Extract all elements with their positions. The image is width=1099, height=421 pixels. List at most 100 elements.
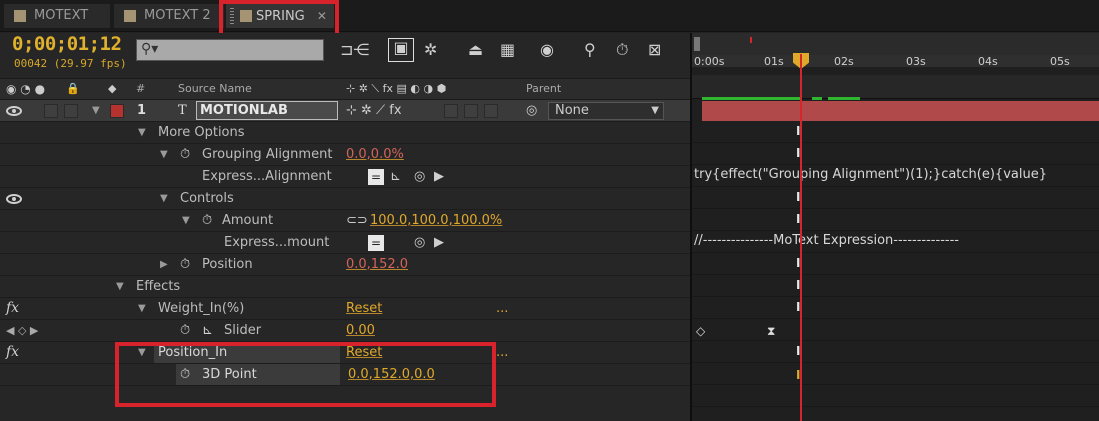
fx-icon[interactable]: fx xyxy=(6,342,19,363)
collapse-triangle-icon[interactable]: ▼ xyxy=(116,276,124,297)
keyframe-navigator-icon[interactable]: ◀ ◇ ▶ xyxy=(6,320,38,341)
prop-row-amount[interactable]: ▼ ⏱ Amount ⊂⊃ 100.0,100.0,100.0% xyxy=(0,210,690,232)
prop-row-expression-amount[interactable]: Express...mount = ◎ ▶ xyxy=(0,232,690,254)
number-column-header: # xyxy=(136,82,146,95)
play-circle-icon[interactable]: ▶ xyxy=(434,166,444,187)
draft-3d-icon[interactable]: ▣ xyxy=(388,38,414,62)
pickwhip-icon[interactable]: ◎ xyxy=(414,232,425,253)
slider-value[interactable]: 0.00 xyxy=(346,320,375,341)
layer-switches-icon[interactable]: ⊹ ✲ ⟋ fx xyxy=(346,100,402,121)
frame-blending-icon[interactable]: ⏏ xyxy=(468,41,483,59)
collapse-triangle-icon[interactable]: ▼ xyxy=(138,122,146,143)
keyframe-diamond-icon[interactable]: ◇ xyxy=(696,324,705,338)
prop-row-more-options[interactable]: ▼ More Options xyxy=(0,122,690,144)
comp-settings-icon[interactable]: ⊠ xyxy=(648,41,661,59)
amount-value[interactable]: 100.0,100.0,100.0% xyxy=(370,210,502,231)
expression-text-amount[interactable]: //---------------MoText Expression------… xyxy=(694,233,1099,248)
prop-row-controls[interactable]: ▼ Controls xyxy=(0,188,690,210)
stopwatch-icon[interactable]: ⏱ xyxy=(180,254,190,275)
stopwatch-icon[interactable]: ⏱ xyxy=(202,210,212,231)
stopwatch-icon[interactable]: ⏱ xyxy=(180,144,190,165)
weight-in-reset-button[interactable]: Reset xyxy=(346,298,382,319)
time-ruler[interactable] xyxy=(692,75,1099,99)
graph-icon[interactable]: ⊾ xyxy=(390,166,401,187)
audio-toggle[interactable] xyxy=(44,104,58,118)
keyframe-marker[interactable]: I xyxy=(796,300,800,314)
play-circle-icon[interactable]: ▶ xyxy=(434,232,444,253)
expand-triangle-icon[interactable]: ▶ xyxy=(160,254,168,275)
ruler-label: 0:00s xyxy=(694,55,725,68)
highlight-box-position-in xyxy=(115,342,496,407)
eye-icon[interactable] xyxy=(6,194,22,204)
tab-motext[interactable]: MOTEXT xyxy=(4,4,110,28)
graph-icon[interactable]: ⊾ xyxy=(202,320,213,341)
label-header-icon: ◆ xyxy=(108,82,117,95)
expression-enable-icon[interactable]: = xyxy=(368,235,384,251)
position-in-options-button[interactable]: ... xyxy=(496,342,508,363)
auto-keyframe-icon[interactable]: ⏱ xyxy=(616,41,628,59)
current-time-display[interactable]: 0;00;01;12 xyxy=(12,33,122,55)
keyframe-marker[interactable]: I xyxy=(796,124,800,138)
prop-row-grouping-alignment[interactable]: ▼ ⏱ Grouping Alignment 0.0,0.0% xyxy=(0,144,690,166)
switch-box[interactable] xyxy=(444,104,458,118)
keyframe-marker[interactable]: I xyxy=(796,256,800,270)
collapse-triangle-icon[interactable]: ▼ xyxy=(92,100,100,121)
layer-name-field[interactable]: MOTIONLAB xyxy=(196,101,338,120)
parent-select[interactable]: None ▼ xyxy=(548,102,664,120)
time-navigator[interactable] xyxy=(692,55,1099,67)
label-color-swatch[interactable] xyxy=(110,104,124,118)
link-icon[interactable]: ⊂⊃ xyxy=(346,210,368,231)
collapse-triangle-icon[interactable]: ▼ xyxy=(160,144,168,165)
prop-row-position[interactable]: ▶ ⏱ Position 0.0,152.0 xyxy=(0,254,690,276)
collapse-triangle-icon[interactable]: ▼ xyxy=(138,298,146,319)
controls-label: Controls xyxy=(180,191,234,206)
comp-mini-flowchart-icon[interactable]: ⊐⋲ xyxy=(340,41,369,59)
solo-toggle[interactable] xyxy=(64,104,78,118)
tab-label: MOTEXT 2 xyxy=(144,8,211,23)
keyframe-marker[interactable]: I xyxy=(796,190,800,204)
ruler-label: 03s xyxy=(906,55,926,68)
pickwhip-icon[interactable]: ◎ xyxy=(414,166,425,187)
switches-header-icon: ⊹ ✲ ⟍ fx ▤ ◐ ◑ ⬢ xyxy=(346,82,447,95)
grouping-alignment-value[interactable]: 0.0,0.0% xyxy=(346,144,404,165)
ruler-label: 02s xyxy=(834,55,854,68)
keyframe-hourglass-icon[interactable]: ⧗ xyxy=(767,324,775,339)
keyframe-marker[interactable]: I xyxy=(796,278,800,292)
layer-duration-bar[interactable] xyxy=(702,101,1099,121)
playhead-line[interactable] xyxy=(800,54,802,421)
switch-box[interactable] xyxy=(464,104,478,118)
graph-editor-icon[interactable]: ⚲ xyxy=(584,41,596,59)
work-area-bar[interactable] xyxy=(692,33,1099,55)
pickwhip-icon[interactable]: ◎ xyxy=(526,100,537,121)
composition-icon xyxy=(124,10,136,22)
switch-box[interactable] xyxy=(484,104,498,118)
source-name-header[interactable]: Source Name xyxy=(178,79,252,99)
weight-in-options-button[interactable]: ... xyxy=(496,298,508,319)
motion-blur-icon[interactable]: ▦ xyxy=(500,41,515,59)
fx-icon[interactable]: fx xyxy=(6,298,19,319)
collapse-triangle-icon[interactable]: ▼ xyxy=(182,210,190,231)
timeline-panel: 0:00s 01s 02s 03s 04s 05s xyxy=(692,33,1099,421)
prop-row-effects[interactable]: ▼ Effects xyxy=(0,276,690,298)
text-layer-icon: T xyxy=(178,103,187,118)
tab-motext-2[interactable]: MOTEXT 2 xyxy=(114,4,224,28)
position-value[interactable]: 0.0,152.0 xyxy=(346,254,408,275)
prop-row-weight-in[interactable]: fx ▼ Weight_In(%) Reset ... xyxy=(0,298,690,320)
prop-row-slider[interactable]: ◀ ◇ ▶ ⏱ ⊾ Slider 0.00 xyxy=(0,320,690,342)
brainstorm-icon[interactable]: ◉ xyxy=(540,41,554,59)
prop-row-expression-alignment[interactable]: Express...Alignment = ⊾ ◎ ▶ xyxy=(0,166,690,188)
keyframe-marker[interactable]: I xyxy=(796,212,800,226)
eye-icon[interactable] xyxy=(6,106,22,116)
keyframe-marker[interactable]: I xyxy=(796,146,800,160)
keyframe-marker[interactable]: I xyxy=(796,344,800,358)
layer-row[interactable]: ▼ 1 T MOTIONLAB ⊹ ✲ ⟋ fx ◎ None ▼ xyxy=(0,100,690,122)
work-area-start-handle[interactable] xyxy=(694,37,700,51)
expression-text-alignment[interactable]: try{effect("Grouping Alignment")(1);}cat… xyxy=(694,167,1047,182)
search-input[interactable]: ⚲▾ xyxy=(136,39,324,61)
collapse-triangle-icon[interactable]: ▼ xyxy=(160,188,168,209)
shy-layers-icon[interactable]: ✲ xyxy=(424,41,437,59)
keyframe-marker-selected[interactable]: I xyxy=(796,368,800,382)
expression-enable-icon[interactable]: = xyxy=(368,169,384,185)
stopwatch-icon[interactable]: ⏱ xyxy=(180,320,190,341)
grouping-alignment-label: Grouping Alignment xyxy=(202,147,333,162)
